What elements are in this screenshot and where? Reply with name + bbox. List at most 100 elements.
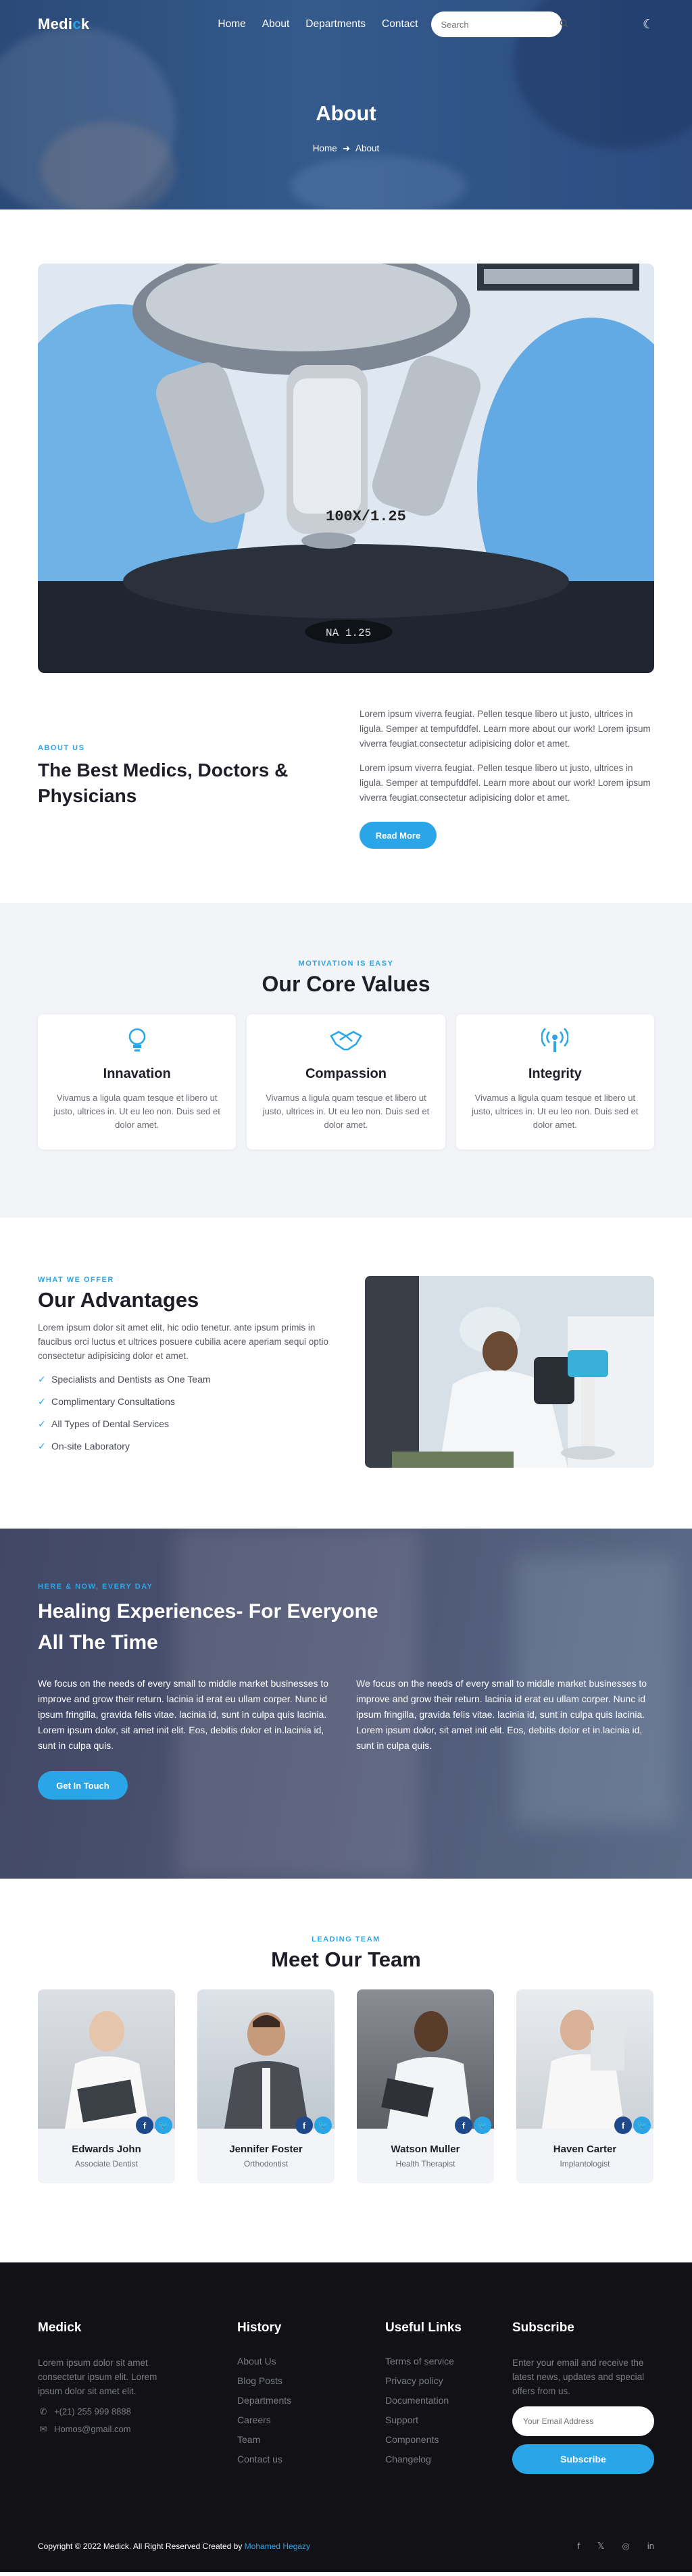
list-item: ✓ Complimentary Consultations xyxy=(38,1396,328,1408)
healing-content: HERE & NOW, EVERY DAY Healing Experience… xyxy=(0,1529,692,1800)
footer-brand: Medick xyxy=(38,2321,82,2335)
footer-columns: Medick Lorem ipsum dolor sit amet consec… xyxy=(0,2262,692,2474)
member-role: Health Therapist xyxy=(395,2159,455,2169)
healing-paragraph: We focus on the needs of every small to … xyxy=(38,1678,329,1751)
objective-label: 100X/1.25 xyxy=(326,508,406,525)
value-card: Compassion Vivamus a ligula quam tesque … xyxy=(247,1014,445,1149)
nav-home[interactable]: Home xyxy=(218,18,245,30)
member-name: Haven Carter xyxy=(553,2144,617,2155)
team-photo: f 🐦 xyxy=(516,1989,653,2134)
advantages-paragraph: Lorem ipsum dolor sit amet elit, hic odi… xyxy=(38,1322,328,1361)
footer-about: Medick Lorem ipsum dolor sit amet consec… xyxy=(38,2321,237,2474)
footer-link[interactable]: Terms of service xyxy=(385,2356,512,2367)
team-photo: f 🐦 xyxy=(38,1989,175,2134)
author-link[interactable]: Mohamed Hegazy xyxy=(245,2542,310,2551)
team-eyebrow: LEADING TEAM xyxy=(312,1935,380,1943)
list-item-label: All Types of Dental Services xyxy=(51,1418,170,1429)
footer-link[interactable]: Documentation xyxy=(385,2395,512,2406)
linkedin-icon[interactable]: in xyxy=(647,2541,654,2552)
twitter-icon[interactable]: 🐦 xyxy=(314,2116,332,2134)
breadcrumb-home[interactable]: Home xyxy=(313,143,337,154)
team-info: Jennifer Foster Orthodontist xyxy=(197,2129,335,2183)
subscribe-button[interactable]: Subscribe xyxy=(512,2444,654,2474)
footer-link[interactable]: Support xyxy=(385,2414,512,2425)
footer-phone: ✆ +(21) 255 999 8888 xyxy=(38,2406,237,2417)
breadcrumb: Home ➜ About xyxy=(0,143,692,154)
arrow-right-icon: ➜ xyxy=(342,143,351,153)
footer-link[interactable]: Components xyxy=(385,2434,512,2445)
healing-title-line: All The Time xyxy=(38,1631,158,1654)
get-in-touch-button[interactable]: Get In Touch xyxy=(38,1771,128,1800)
values-eyebrow: MOTIVATION IS EASY xyxy=(298,960,394,968)
footer-link[interactable]: Privacy policy xyxy=(385,2375,512,2386)
footer-subscribe: Subscribe Enter your email and receive t… xyxy=(512,2321,654,2474)
mail-icon: ✉ xyxy=(39,2424,47,2434)
copyright-text: Copyright © 2022 Medick. All Right Reser… xyxy=(38,2542,243,2551)
footer-email-text: Homos@gmail.com xyxy=(54,2424,131,2434)
about-eyebrow: ABOUT US xyxy=(38,744,85,752)
lab-scientist-image xyxy=(365,1276,654,1468)
footer-link[interactable]: About Us xyxy=(237,2356,385,2367)
email-field[interactable] xyxy=(512,2406,654,2436)
objective-label: NA 1.25 xyxy=(326,627,372,639)
moon-icon[interactable]: ☾ xyxy=(643,17,654,32)
values-title: Our Core Values xyxy=(262,972,430,996)
advantages-section: WHAT WE OFFER Our Advantages Lorem ipsum… xyxy=(0,1218,692,1529)
nav-about[interactable]: About xyxy=(262,18,290,30)
about-title: The Best Medics, Doctors & Physicians xyxy=(38,760,289,806)
member-role: Implantologist xyxy=(560,2159,610,2169)
hero-bg-shape xyxy=(41,122,176,209)
team-section: LEADING TEAM Meet Our Team f 🐦 Edwards J… xyxy=(0,1879,692,2262)
instagram-icon[interactable]: ◎ xyxy=(622,2541,630,2552)
footer-heading: Subscribe xyxy=(512,2321,574,2335)
healing-section: HERE & NOW, EVERY DAY Healing Experience… xyxy=(0,1529,692,1879)
check-icon: ✓ xyxy=(38,1441,46,1452)
breadcrumb-current: About xyxy=(355,143,380,153)
team-card: f 🐦 Haven Carter Implantologist xyxy=(516,1989,653,2183)
facebook-icon[interactable]: f xyxy=(614,2116,632,2134)
search-icon[interactable] xyxy=(560,19,569,30)
read-more-button[interactable]: Read More xyxy=(360,822,437,849)
list-item: ✓ On-site Laboratory xyxy=(38,1441,328,1452)
footer-link[interactable]: Contact us xyxy=(237,2454,385,2464)
hero-bg-shape xyxy=(291,155,466,209)
facebook-icon[interactable]: f xyxy=(295,2116,313,2134)
facebook-icon[interactable]: f xyxy=(136,2116,153,2134)
member-name: Watson Muller xyxy=(391,2144,460,2155)
brand-logo[interactable]: Medick xyxy=(38,16,89,33)
footer-link[interactable]: Blog Posts xyxy=(237,2375,385,2386)
footer-link[interactable]: Careers xyxy=(237,2414,385,2425)
footer-about-text: Lorem ipsum dolor sit amet consectetur i… xyxy=(38,2358,157,2396)
footer-link[interactable]: Departments xyxy=(237,2395,385,2406)
page-title: About xyxy=(316,101,376,125)
check-icon: ✓ xyxy=(38,1396,46,1407)
search-box xyxy=(431,11,569,37)
phone-icon: ✆ xyxy=(39,2406,47,2417)
facebook-icon[interactable]: f xyxy=(455,2116,472,2134)
team-card: f 🐦 Edwards John Associate Dentist xyxy=(38,1989,175,2183)
healing-title: Healing Experiences- For Everyone All Th… xyxy=(38,1596,654,1658)
advantages-title: Our Advantages xyxy=(38,1288,199,1312)
search-input[interactable] xyxy=(441,19,560,30)
list-item: ✓ Specialists and Dentists as One Team xyxy=(38,1374,328,1385)
site-footer: Medick Lorem ipsum dolor sit amet consec… xyxy=(0,2262,692,2572)
twitter-icon[interactable]: 🐦 xyxy=(633,2116,651,2134)
footer-link[interactable]: Team xyxy=(237,2434,385,2445)
facebook-icon[interactable]: f xyxy=(577,2541,580,2552)
handshake-icon xyxy=(330,1031,362,1051)
healing-eyebrow: HERE & NOW, EVERY DAY xyxy=(38,1583,153,1591)
about-section: 100X/1.25 NA 1.25 ABOUT US The Best Medi… xyxy=(0,264,692,903)
twitter-icon[interactable]: 🐦 xyxy=(155,2116,172,2134)
team-card: f 🐦 Jennifer Foster Orthodontist xyxy=(197,1989,335,2183)
brand-text: Medi xyxy=(38,16,73,32)
twitter-icon[interactable]: 𝕏 xyxy=(597,2541,604,2552)
nav-departments[interactable]: Departments xyxy=(305,18,366,30)
footer-link[interactable]: Changelog xyxy=(385,2454,512,2464)
member-role: Associate Dentist xyxy=(75,2159,138,2169)
team-info: Haven Carter Implantologist xyxy=(516,2129,653,2183)
social-links: f 𝕏 ◎ in xyxy=(577,2541,654,2552)
nav-contact[interactable]: Contact xyxy=(382,18,418,30)
member-role: Orthodontist xyxy=(243,2159,289,2169)
twitter-icon[interactable]: 🐦 xyxy=(474,2116,491,2134)
check-icon: ✓ xyxy=(38,1374,46,1385)
